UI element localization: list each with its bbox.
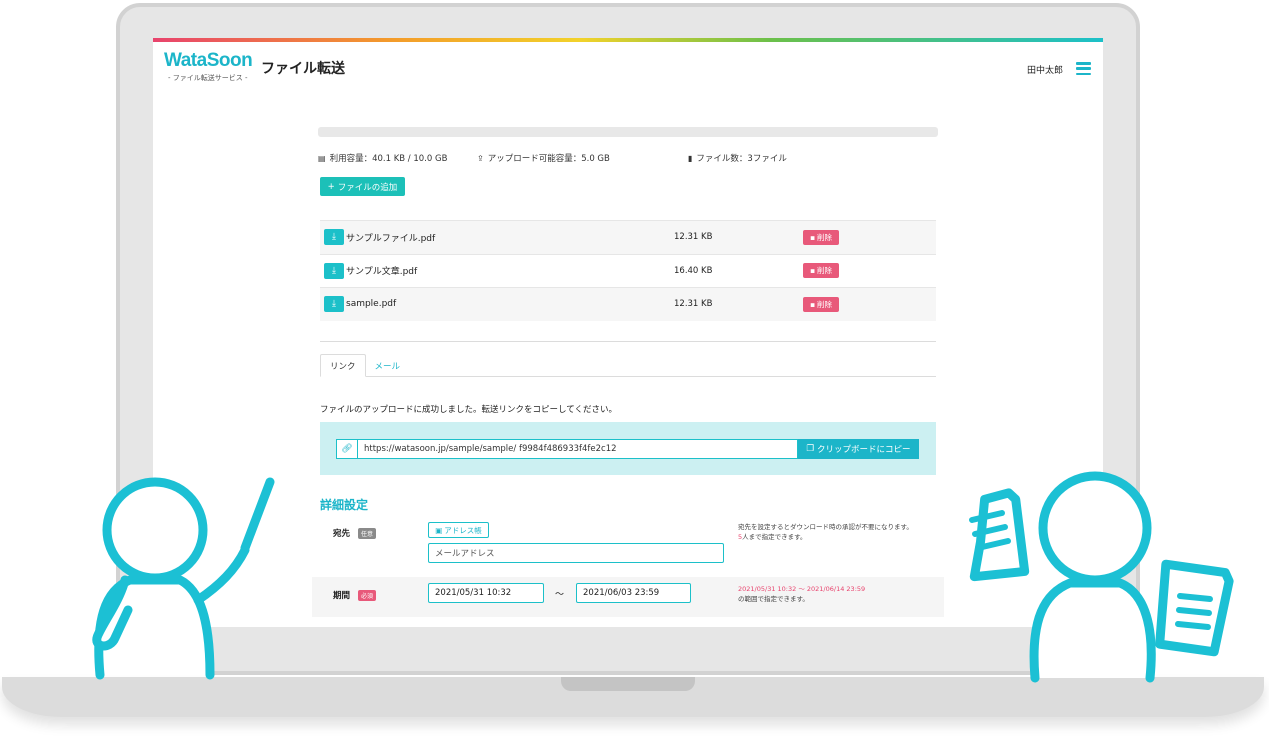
- share-link-field[interactable]: https://watasoon.jp/sample/sample/ f9984…: [357, 439, 798, 459]
- logo[interactable]: WataSoon - ファイル転送サービス -: [164, 50, 254, 83]
- date-range-separator: 〜: [555, 590, 565, 600]
- file-name[interactable]: sample.pdf: [346, 299, 396, 309]
- recipient-label: 宛先 任意: [333, 527, 377, 539]
- address-book-label: アドレス帳: [444, 525, 482, 535]
- file-size: 12.31 KB: [674, 299, 713, 310]
- download-icon[interactable]: ⤓: [324, 262, 344, 279]
- divider: [320, 341, 936, 342]
- person-with-documents-illustration: [969, 471, 1234, 683]
- delete-label: 削除: [817, 266, 833, 276]
- period-hint: 2021/05/31 10:32 〜 2021/06/14 23:59 の範囲で…: [738, 584, 865, 604]
- file-row: ⤓ sample.pdf 12.31 KB ▪ 削除: [320, 287, 936, 321]
- copy-to-clipboard-button[interactable]: ❐ クリップボードにコピー: [798, 439, 919, 459]
- header-rainbow-bar: [153, 38, 1103, 42]
- delete-button[interactable]: ▪ 削除: [803, 263, 839, 279]
- recipient-hint-line2: 5人まで指定できます。: [738, 532, 913, 542]
- download-icon[interactable]: ⤓: [324, 296, 344, 313]
- logo-text: WataSoon: [164, 50, 253, 71]
- recipient-hint-line1: 宛先を設定するとダウンロード時の承認が不要になります。: [738, 523, 913, 531]
- page-title: ファイル転送: [261, 61, 345, 77]
- stat-file-count: ▮ ファイル数：3ファイル: [688, 152, 787, 165]
- laptop-notch: [561, 677, 695, 691]
- address-book-button[interactable]: ▣ アドレス帳: [428, 522, 489, 538]
- required-badge: 必須: [358, 589, 377, 601]
- delete-button[interactable]: ▪ 削除: [803, 229, 839, 245]
- copy-icon: ❐: [806, 444, 815, 454]
- recipient-hint: 宛先を設定するとダウンロード時の承認が不要になります。 5人まで指定できます。: [738, 522, 913, 542]
- recipient-hint-text: 人まで指定できます。: [742, 533, 807, 541]
- database-icon: ▤: [318, 153, 326, 163]
- end-date-field[interactable]: 2021/06/03 23:59: [576, 583, 691, 603]
- address-book-icon: ▣: [435, 525, 443, 535]
- delete-label: 削除: [817, 232, 833, 242]
- file-row: ⤓ サンプル文章.pdf 16.40 KB ▪ 削除: [320, 253, 936, 288]
- file-row: ⤓ サンプルファイル.pdf 12.31 KB ▪ 削除: [320, 220, 936, 254]
- period-hint-text: の範囲で指定できます。: [738, 595, 809, 603]
- link-icon: 🔗︎: [336, 439, 357, 459]
- delete-button[interactable]: ▪ 削除: [803, 296, 839, 312]
- email-field[interactable]: メールアドレス: [428, 543, 724, 563]
- stat-file-count-text: ファイル数：3ファイル: [696, 154, 787, 164]
- trash-icon: ▪: [809, 299, 816, 309]
- file-size: 16.40 KB: [674, 265, 713, 276]
- logo-subtitle: - ファイル転送サービス -: [168, 74, 248, 82]
- add-file-button[interactable]: + ファイルの追加: [320, 177, 405, 196]
- optional-badge: 任意: [358, 527, 377, 539]
- user-name[interactable]: 田中太郎: [1027, 63, 1063, 76]
- start-date-field[interactable]: 2021/05/31 10:32: [428, 583, 544, 603]
- file-name[interactable]: サンプル文章.pdf: [346, 264, 417, 277]
- pointing-person-illustration: [92, 477, 275, 680]
- stat-used: ▤ 利用容量：40.1 KB / 10.0 GB: [318, 152, 448, 165]
- file-list: ⤓ サンプルファイル.pdf 12.31 KB ▪ 削除 ⤓ サンプル文章.pdf…: [320, 220, 936, 321]
- file-size: 12.31 KB: [674, 232, 713, 243]
- copy-label: クリップボードにコピー: [817, 445, 911, 455]
- period-hint-range: 2021/05/31 10:32 〜 2021/06/14 23:59: [738, 585, 866, 593]
- stat-used-text: 利用容量：40.1 KB / 10.0 GB: [329, 154, 448, 164]
- file-icon: ▮: [688, 153, 693, 163]
- link-input-group: 🔗︎ https://watasoon.jp/sample/sample/ f9…: [336, 439, 919, 459]
- stat-upload-capacity: ⇪ アップロード可能容量：5.0 GB: [477, 152, 610, 165]
- download-icon[interactable]: ⤓: [324, 229, 344, 246]
- recipient-label-text: 宛先: [333, 529, 351, 539]
- tab-mail[interactable]: メール: [366, 354, 410, 377]
- upload-icon: ⇪: [477, 153, 484, 163]
- add-file-label: ファイルの追加: [337, 182, 398, 193]
- period-label: 期間 必須: [333, 589, 377, 601]
- trash-icon: ▪: [809, 232, 816, 242]
- trash-icon: ▪: [809, 266, 816, 276]
- link-panel: 🔗︎ https://watasoon.jp/sample/sample/ f9…: [320, 422, 936, 475]
- file-name[interactable]: サンプルファイル.pdf: [346, 231, 435, 244]
- capacity-progress-bar: [318, 127, 938, 137]
- section-title-details: 詳細設定: [320, 498, 369, 512]
- success-message: ファイルのアップロードに成功しました。転送リンクをコピーしてください。: [320, 405, 617, 415]
- delete-label: 削除: [817, 299, 833, 309]
- stat-upload-text: アップロード可能容量：5.0 GB: [487, 154, 610, 164]
- share-tabs: リンク メール: [320, 354, 936, 377]
- plus-icon: +: [327, 181, 335, 192]
- tab-link[interactable]: リンク: [320, 354, 366, 377]
- period-label-text: 期間: [333, 591, 351, 601]
- hamburger-menu-icon[interactable]: [1076, 62, 1091, 75]
